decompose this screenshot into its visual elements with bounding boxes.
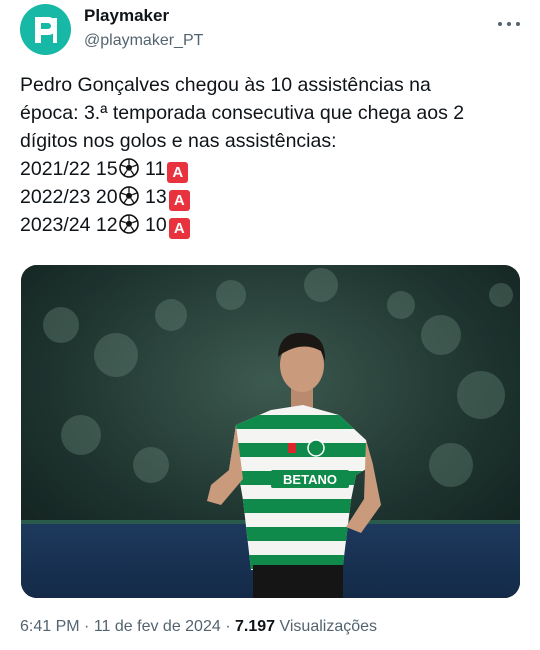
season-label: 2023/24 [20,214,91,236]
tweet-metadata: 6:41 PM · 11 de fev de 2024 · 7.197 Visu… [20,618,377,636]
assists-count: 10 [145,214,167,236]
soccer-ball-icon [118,186,139,206]
tweet-header: Playmaker @playmaker_PT [20,4,525,56]
tweet-text-line: Pedro Gonçalves chegou às 10 assistência… [20,74,431,96]
goals-count: 15 [95,158,118,180]
tweet-text: Pedro Gonçalves chegou às 10 assistência… [20,71,525,239]
assists-count: 13 [145,186,167,208]
assist-badge: A [168,190,190,211]
season-label: 2021/22 [20,158,91,180]
assist-badge: A [167,162,189,183]
season-stat-row: 2022/23 20 13 A [20,183,525,211]
player-photo-image: BETANO [21,265,520,598]
tweet-photo[interactable]: BETANO [21,265,520,598]
more-options-icon[interactable] [495,14,523,34]
season-stat-row: 2023/24 12 10 A [20,211,525,239]
tweet-time[interactable]: 6:41 PM [20,618,80,635]
goals-count: 20 [95,186,118,208]
tweet-date[interactable]: 11 de fev de 2024 [94,618,221,635]
meta-separator: · [225,618,231,635]
display-name[interactable]: Playmaker [84,5,203,27]
goals-count: 12 [95,214,118,236]
meta-separator: · [84,618,90,635]
views-count[interactable]: 7.197 [235,618,275,635]
jersey-sponsor-text: BETANO [283,472,337,487]
season-label: 2022/23 [20,186,91,208]
season-stat-row: 2021/22 15 11 A [20,155,525,183]
tweet-text-line: dígitos nos golos e nas assistências: [20,130,337,152]
avatar[interactable] [20,4,71,55]
account-handle[interactable]: @playmaker_PT [84,29,203,53]
soccer-ball-icon [118,158,139,178]
playmaker-logo-icon [34,16,57,43]
tweet-text-line: época: 3.ª temporada consecutiva que che… [20,102,465,124]
views-label: Visualizações [279,618,378,635]
assist-badge: A [168,218,190,239]
assists-count: 11 [145,158,166,180]
soccer-ball-icon [118,214,139,234]
